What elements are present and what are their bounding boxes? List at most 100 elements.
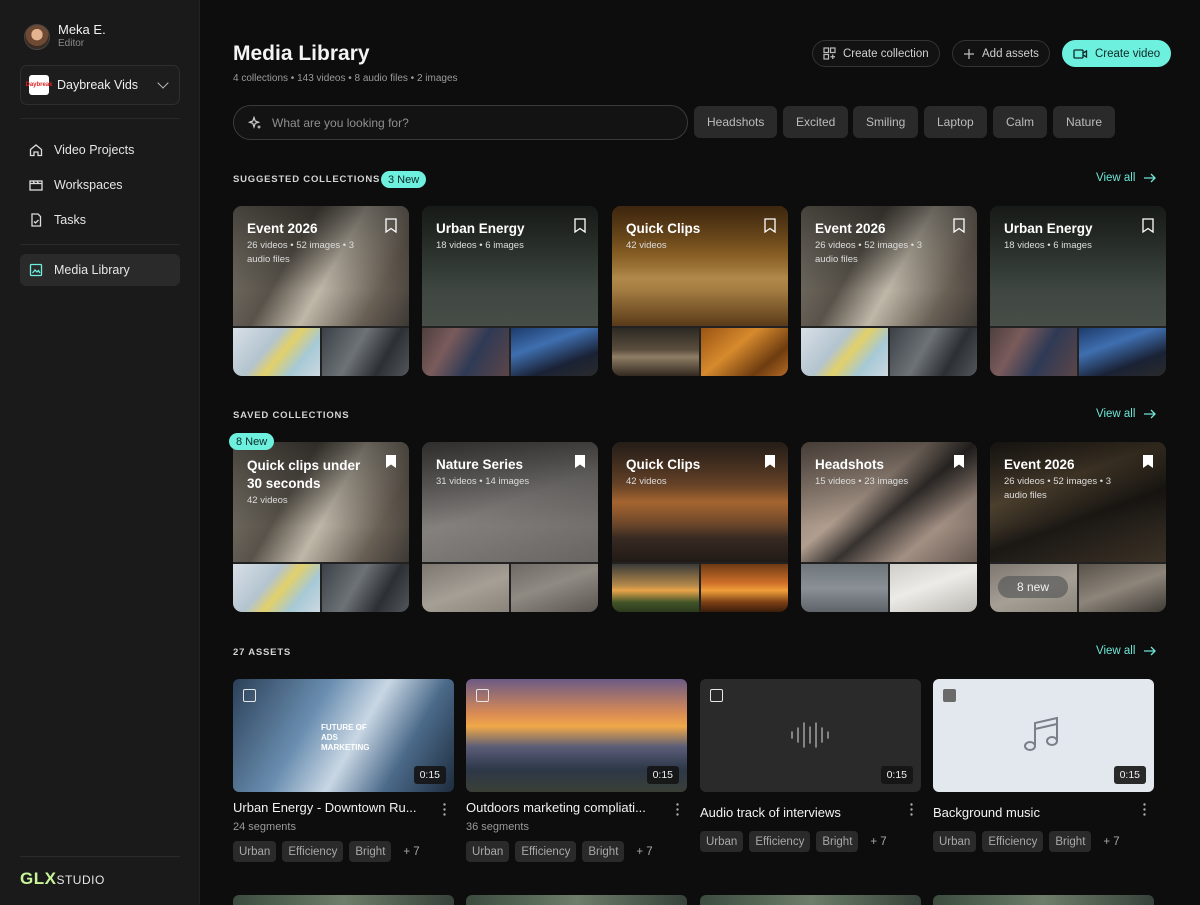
- more-options-icon[interactable]: [1143, 803, 1146, 816]
- asset-thumbnail[interactable]: 0:15: [700, 679, 921, 792]
- more-tags[interactable]: + 7: [870, 836, 886, 848]
- tag[interactable]: Urban: [466, 841, 510, 862]
- asset-card-peek[interactable]: [233, 895, 454, 905]
- collection-stats: 18 videos • 6 images: [436, 240, 524, 251]
- add-assets-button[interactable]: Add assets: [952, 40, 1050, 67]
- view-all-assets-link[interactable]: View all: [1096, 645, 1157, 657]
- audio-waveform-icon: [791, 722, 829, 748]
- nav-item-workspaces[interactable]: Workspaces: [20, 169, 180, 201]
- filter-chip-laptop[interactable]: Laptop: [924, 106, 987, 138]
- workspace-selector[interactable]: Daybreak Daybreak Vids: [20, 65, 180, 105]
- filter-chip-nature[interactable]: Nature: [1053, 106, 1116, 138]
- filter-chip-smiling[interactable]: Smiling: [853, 106, 919, 138]
- tag[interactable]: Bright: [582, 841, 625, 862]
- bookmark-filled-icon[interactable]: [764, 454, 776, 469]
- view-all-saved-link[interactable]: View all: [1096, 408, 1157, 420]
- create-video-button[interactable]: Create video: [1062, 40, 1172, 67]
- more-options-icon[interactable]: [910, 803, 913, 816]
- bookmark-filled-icon[interactable]: [574, 454, 586, 469]
- filter-chip-calm[interactable]: Calm: [993, 106, 1048, 138]
- collection-card-event-2026[interactable]: Event 2026 26 videos • 52 images • 3 aud…: [990, 442, 1166, 612]
- collection-title: Event 2026: [1004, 457, 1075, 472]
- bookmark-icon[interactable]: [574, 218, 586, 233]
- more-options-icon[interactable]: [676, 803, 679, 816]
- collection-thumb-image: [233, 564, 320, 612]
- select-checkbox[interactable]: [943, 689, 956, 702]
- tag[interactable]: Bright: [816, 831, 859, 852]
- tag[interactable]: Urban: [700, 831, 744, 852]
- tag[interactable]: Efficiency: [749, 831, 811, 852]
- nav-item-tasks[interactable]: Tasks: [20, 204, 180, 236]
- tag[interactable]: Efficiency: [282, 841, 344, 862]
- brand-text: STUDIO: [56, 873, 105, 887]
- collection-thumb-image: [701, 564, 788, 612]
- tag-list: Urban Efficiency Bright + 7: [933, 831, 1120, 852]
- collection-card-headshots[interactable]: Headshots 15 videos • 23 images: [801, 442, 977, 612]
- bookmark-filled-icon[interactable]: [385, 454, 397, 469]
- collection-thumb-image: [233, 328, 320, 376]
- asset-card-peek[interactable]: [466, 895, 687, 905]
- collection-card-nature-series[interactable]: Nature Series 31 videos • 14 images: [422, 442, 598, 612]
- nav-item-media-library[interactable]: Media Library: [20, 254, 180, 286]
- more-options-icon[interactable]: [443, 803, 446, 816]
- add-assets-label: Add assets: [982, 47, 1039, 60]
- select-checkbox[interactable]: [476, 689, 489, 702]
- collection-stats: 18 videos • 6 images: [1004, 240, 1092, 251]
- collection-card-urban-energy[interactable]: Urban Energy 18 videos • 6 images: [990, 206, 1166, 376]
- asset-thumbnail[interactable]: FUTURE OF ADS MARKETING 0:15: [233, 679, 454, 792]
- tag[interactable]: Bright: [349, 841, 392, 862]
- collection-card-quick-clips[interactable]: Quick Clips 42 videos: [612, 442, 788, 612]
- create-collection-button[interactable]: Create collection: [812, 40, 940, 67]
- select-checkbox[interactable]: [710, 689, 723, 702]
- tag[interactable]: Urban: [933, 831, 977, 852]
- filter-chip-excited[interactable]: Excited: [783, 106, 849, 138]
- bookmark-filled-icon[interactable]: [953, 454, 965, 469]
- collection-thumb-image: [511, 564, 598, 612]
- bookmark-icon[interactable]: [764, 218, 776, 233]
- collection-thumb-image: [890, 564, 977, 612]
- search-placeholder: What are you looking for?: [272, 115, 409, 130]
- asset-thumbnail[interactable]: 0:15: [933, 679, 1154, 792]
- collection-title: Urban Energy: [1004, 221, 1093, 236]
- nav-item-video-projects[interactable]: Video Projects: [20, 134, 180, 166]
- filter-chip-headshots[interactable]: Headshots: [694, 106, 778, 138]
- avatar: [24, 23, 50, 50]
- home-icon: [29, 144, 43, 157]
- asset-title: Background music: [933, 805, 1040, 820]
- grid-icon: [823, 47, 836, 60]
- bookmark-icon[interactable]: [1142, 218, 1154, 233]
- collection-card-urban-energy[interactable]: Urban Energy 18 videos • 6 images: [422, 206, 598, 376]
- tag[interactable]: Bright: [1049, 831, 1092, 852]
- asset-card-peek[interactable]: [700, 895, 921, 905]
- asset-card-peek[interactable]: [933, 895, 1154, 905]
- sparkle-icon: [248, 115, 261, 129]
- collection-stats: 26 videos • 52 images • 3 audio files: [815, 240, 922, 265]
- collection-thumb-image: [990, 328, 1077, 376]
- more-tags[interactable]: + 7: [403, 846, 419, 858]
- collection-card-event-2026[interactable]: Event 2026 26 videos • 52 images • 3 aud…: [801, 206, 977, 376]
- bookmark-icon[interactable]: [953, 218, 965, 233]
- select-checkbox[interactable]: [243, 689, 256, 702]
- collection-thumb-image: [1079, 564, 1166, 612]
- more-tags[interactable]: + 7: [636, 846, 652, 858]
- collection-card-quick-clips-under-30[interactable]: Quick clips under 30 seconds 42 videos: [233, 442, 409, 612]
- user-profile[interactable]: Meka E. Editor: [24, 22, 106, 51]
- collection-thumb-image: [1079, 328, 1166, 376]
- user-name: Meka E.: [58, 22, 106, 37]
- tag-list: Urban Efficiency Bright + 7: [233, 841, 420, 862]
- tag[interactable]: Urban: [233, 841, 277, 862]
- plus-icon: [964, 48, 974, 59]
- tag[interactable]: Efficiency: [982, 831, 1044, 852]
- bookmark-filled-icon[interactable]: [1142, 454, 1154, 469]
- asset-thumbnail[interactable]: 0:15: [466, 679, 687, 792]
- search-input[interactable]: What are you looking for?: [233, 105, 688, 140]
- suggested-collections-heading: SUGGESTED COLLECTIONS: [233, 174, 381, 185]
- collection-card-quick-clips[interactable]: Quick Clips 42 videos: [612, 206, 788, 376]
- view-all-suggested-link[interactable]: View all: [1096, 172, 1157, 184]
- asset-title: Audio track of interviews: [700, 805, 841, 820]
- bookmark-icon[interactable]: [385, 218, 397, 233]
- collection-card-event-2026[interactable]: Event 2026 26 videos • 52 images • 3 aud…: [233, 206, 409, 376]
- workspace-logo-text: Daybreak: [25, 82, 53, 88]
- more-tags[interactable]: + 7: [1103, 836, 1119, 848]
- tag[interactable]: Efficiency: [515, 841, 577, 862]
